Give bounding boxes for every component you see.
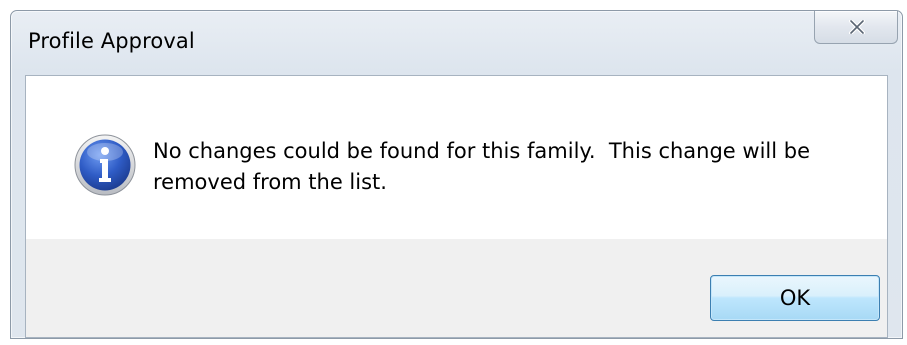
message-dialog: Profile Approval No changes could be fou…: [10, 10, 903, 339]
close-button[interactable]: [814, 11, 898, 44]
ok-button[interactable]: OK: [710, 275, 880, 321]
window-title: Profile Approval: [28, 29, 195, 53]
information-icon: [74, 134, 136, 196]
message-text: No changes could be found for this famil…: [153, 139, 811, 194]
close-icon: [849, 20, 865, 34]
message-area: No changes could be found for this famil…: [26, 76, 887, 239]
dialog-body: No changes could be found for this famil…: [25, 75, 888, 338]
